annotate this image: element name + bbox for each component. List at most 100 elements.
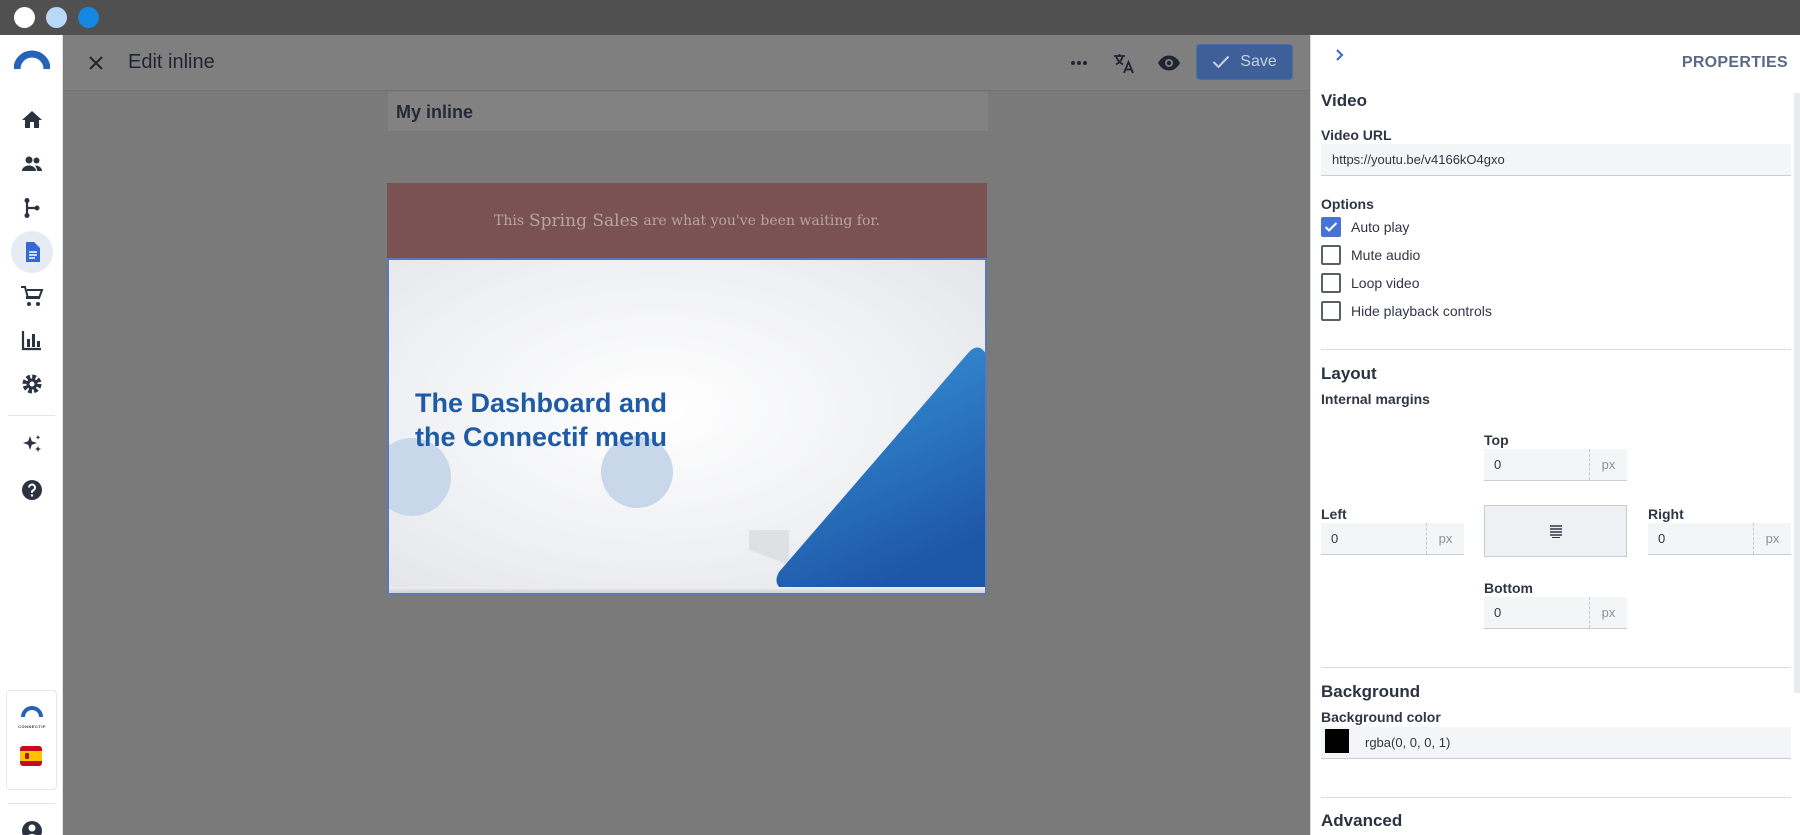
brand-logo-icon[interactable]: CONNECTIF (14, 705, 50, 729)
video-title-line1: The Dashboard and (415, 388, 668, 418)
option-auto-play[interactable]: Auto play (1321, 216, 1409, 238)
mute-audio-label: Mute audio (1351, 247, 1421, 263)
background-color-input[interactable]: rgba(0, 0, 0, 1) (1321, 727, 1791, 759)
video-title-line2: the Connectif menu (415, 422, 668, 452)
margin-top-value: 0 (1494, 457, 1502, 472)
banner-block[interactable]: This Spring Sales are what you've been w… (387, 183, 987, 258)
color-swatch[interactable] (1325, 729, 1349, 753)
banner-prefix: This (494, 212, 525, 229)
properties-panel: PROPERTIES Video Video URL https://youtu… (1310, 35, 1800, 835)
margin-top-unit: px (1589, 449, 1627, 480)
inline-name-field[interactable]: My inline (388, 92, 988, 132)
account-icon (22, 821, 42, 835)
more-options-button[interactable] (1064, 48, 1094, 78)
margin-left-label: Left (1321, 506, 1347, 522)
logo-icon[interactable] (13, 49, 51, 71)
editor-header: Edit inline Save (64, 35, 1310, 91)
sidebar-item-cart[interactable] (11, 275, 53, 317)
background-color-value: rgba(0, 0, 0, 1) (1365, 735, 1451, 750)
eye-icon (1158, 55, 1180, 71)
section-divider (1321, 349, 1791, 350)
ai-sparkle-icon (23, 435, 41, 452)
panel-scrollbar[interactable] (1794, 93, 1800, 693)
save-button[interactable]: Save (1196, 44, 1293, 80)
margin-left-value: 0 (1331, 531, 1339, 546)
margin-right-label: Right (1648, 506, 1684, 522)
option-mute-audio[interactable]: Mute audio (1321, 244, 1420, 266)
reports-icon (21, 331, 41, 351)
brand-text: CONNECTIF (18, 724, 46, 729)
margin-bottom-input[interactable]: 0 px (1484, 597, 1627, 629)
sidebar: CONNECTIF (0, 35, 63, 835)
spain-flag-icon[interactable] (20, 746, 42, 766)
close-icon (89, 56, 103, 70)
preview-button[interactable] (1154, 48, 1184, 78)
margin-right-value: 0 (1658, 531, 1666, 546)
video-bottom-edge (389, 587, 985, 593)
translate-icon (1114, 54, 1134, 74)
contacts-icon (22, 156, 42, 171)
sidebar-item-reports[interactable] (11, 319, 53, 361)
mute-audio-checkbox[interactable] (1321, 245, 1341, 265)
chevron-right-icon (1336, 49, 1344, 61)
internal-margins-label: Internal margins (1321, 391, 1430, 407)
layout-section-title: Layout (1321, 364, 1377, 383)
auto-play-label: Auto play (1351, 219, 1410, 235)
window-titlebar (0, 0, 1800, 35)
auto-play-checkbox[interactable] (1321, 217, 1341, 237)
page-title: Edit inline (128, 51, 215, 73)
video-title: The Dashboard and the Connectif menu (415, 386, 735, 454)
margin-bottom-label: Bottom (1484, 580, 1533, 596)
background-color-label: Background color (1321, 709, 1441, 725)
loop-video-label: Loop video (1351, 275, 1420, 291)
margin-right-input[interactable]: 0 px (1648, 523, 1791, 555)
panel-title: PROPERTIES (1681, 54, 1788, 71)
brand-box: CONNECTIF (6, 690, 57, 790)
settings-icon (22, 374, 42, 394)
workflows-icon (24, 198, 40, 218)
check-icon (1324, 222, 1338, 232)
translate-button[interactable] (1109, 48, 1139, 78)
more-horizontal-icon (1071, 61, 1087, 65)
option-hide-controls[interactable]: Hide playback controls (1321, 300, 1492, 322)
home-icon (22, 111, 42, 128)
sidebar-divider (8, 415, 55, 416)
video-url-label: Video URL (1321, 127, 1392, 143)
save-button-label: Save (1240, 53, 1277, 70)
background-section-title: Background (1321, 682, 1421, 701)
sidebar-item-content[interactable] (11, 231, 53, 273)
option-loop-video[interactable]: Loop video (1321, 272, 1420, 294)
sidebar-item-ai[interactable] (11, 424, 53, 466)
margin-top-input[interactable]: 0 px (1484, 449, 1627, 481)
sidebar-item-contacts[interactable] (11, 143, 53, 185)
sidebar-item-workflows[interactable] (11, 187, 53, 229)
hide-controls-checkbox[interactable] (1321, 301, 1341, 321)
inline-name-text: My inline (396, 102, 474, 122)
close-window-dot[interactable] (14, 7, 35, 28)
sidebar-item-account[interactable] (11, 810, 53, 835)
margin-left-input[interactable]: 0 px (1321, 523, 1464, 555)
margin-bottom-value: 0 (1494, 605, 1502, 620)
cart-icon (21, 286, 44, 306)
close-button[interactable] (82, 49, 110, 77)
banner-highlight: Spring Sales (529, 210, 639, 231)
align-justify-icon (1549, 525, 1562, 538)
sidebar-item-settings[interactable] (11, 363, 53, 405)
video-block[interactable]: The Dashboard and the Connectif menu (387, 258, 987, 595)
sidebar-divider-bottom (8, 803, 55, 804)
margin-bottom-unit: px (1589, 597, 1627, 628)
margin-left-unit: px (1426, 523, 1464, 554)
collapse-panel-button[interactable] (1329, 45, 1349, 65)
video-url-input[interactable]: https://youtu.be/v4166kO4gxo (1321, 144, 1791, 176)
help-icon (22, 480, 42, 500)
section-divider (1321, 667, 1791, 668)
sidebar-item-home[interactable] (11, 99, 53, 141)
decor-triangle (749, 347, 985, 593)
maximize-window-dot[interactable] (78, 7, 99, 28)
loop-video-checkbox[interactable] (1321, 273, 1341, 293)
minimize-window-dot[interactable] (46, 7, 67, 28)
banner-suffix: are what you've been waiting for. (643, 212, 880, 229)
advanced-section-title[interactable]: Advanced (1321, 811, 1402, 831)
sidebar-item-help[interactable] (11, 469, 53, 511)
section-divider (1321, 797, 1791, 798)
